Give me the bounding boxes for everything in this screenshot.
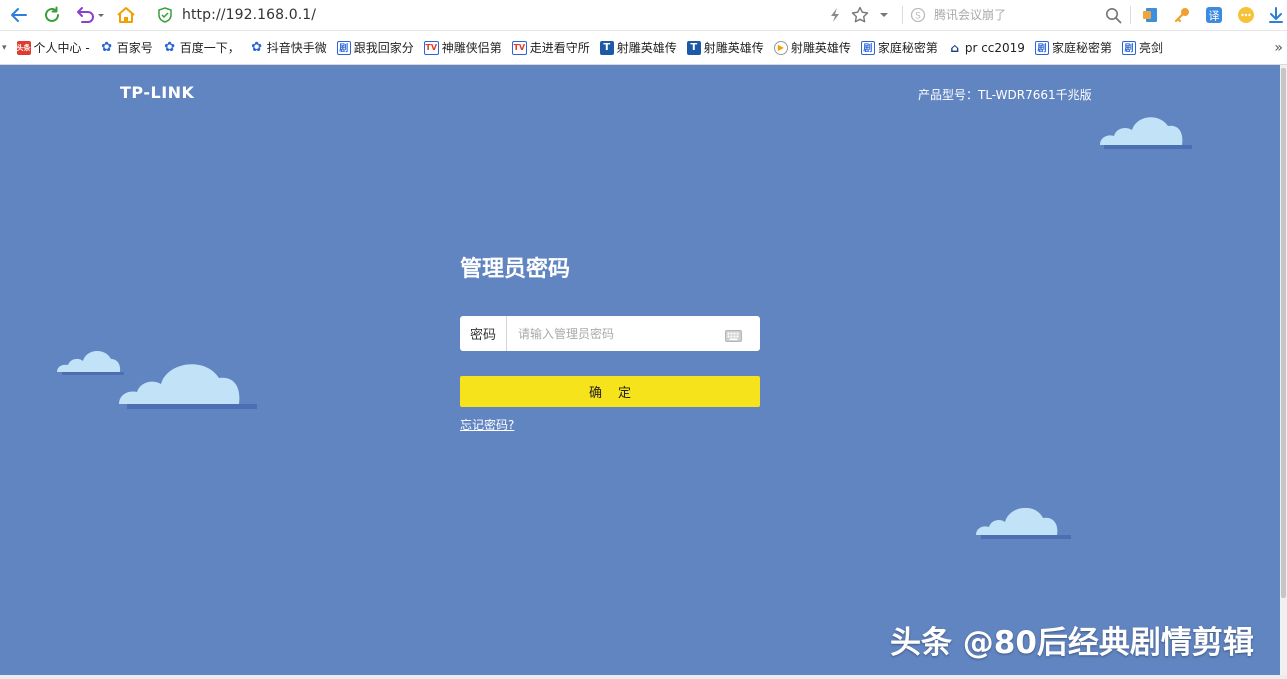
bookmark-label: 家庭秘密第: [877, 41, 938, 55]
bookmark-item[interactable]: T 射雕英雄传: [686, 39, 764, 56]
bookmark-label: 射雕英雄传: [616, 41, 677, 55]
url-text[interactable]: http://192.168.0.1/: [182, 7, 316, 23]
bookmark-item[interactable]: ✿ 百家号: [100, 39, 153, 56]
drama-icon: 剧: [336, 40, 351, 55]
browser-toolbar: http://192.168.0.1/ S 译: [0, 0, 1287, 31]
home-icon: ⌂: [950, 40, 960, 55]
translate-icon[interactable]: 译: [1203, 4, 1225, 26]
keyboard-icon[interactable]: [725, 327, 742, 346]
bookmark-label: 百家号: [116, 41, 153, 55]
download-icon[interactable]: [1266, 4, 1286, 26]
lightning-icon[interactable]: [825, 4, 845, 26]
star-bookmark-icon[interactable]: [849, 4, 871, 26]
toutiao-icon: 头条: [16, 40, 31, 55]
refresh-icon[interactable]: [41, 4, 63, 26]
key-icon[interactable]: [1171, 4, 1193, 26]
password-field[interactable]: 密码: [460, 316, 760, 351]
sogou-search-icon: S: [910, 7, 926, 23]
svg-text:S: S: [915, 12, 921, 22]
bookmark-label: 家庭秘密第: [1051, 41, 1112, 55]
chevron-down-icon[interactable]: [877, 4, 891, 26]
status-strip: [0, 675, 1287, 679]
search-input[interactable]: [932, 7, 1096, 23]
bookmark-item[interactable]: 剧 家庭秘密第: [860, 39, 938, 56]
bookmark-item[interactable]: 头条 个人中心 -: [16, 39, 90, 56]
back-arrow-icon[interactable]: [8, 4, 30, 26]
cloud-decoration: [57, 350, 124, 375]
bookmarks-bar: ▾ 头条 个人中心 - ✿ 百家号 ✿ 百度一下， ✿ 抖音快手微 剧 跟我回家…: [0, 31, 1287, 65]
undo-dropdown-icon[interactable]: [74, 4, 106, 26]
cloud-decoration: [119, 364, 257, 409]
login-avatar-icon[interactable]: [1139, 4, 1161, 26]
bookmark-label: 抖音快手微: [266, 41, 327, 55]
bookmark-label: 走进看守所: [529, 41, 590, 55]
baidu-paw-icon: ✿: [101, 40, 113, 55]
bookmark-label: 个人中心 -: [33, 41, 90, 55]
secure-shield-icon: [158, 7, 172, 23]
bookmark-label: 百度一下，: [179, 41, 240, 55]
home-icon[interactable]: [115, 4, 137, 26]
bookmark-item[interactable]: ✿ 百度一下，: [163, 39, 240, 56]
bookmark-label: 神雕侠侣第: [441, 41, 502, 55]
svg-text:译: 译: [1209, 10, 1220, 23]
bookmark-label: 射雕英雄传: [703, 41, 764, 55]
bookmark-item[interactable]: ⌂ pr cc2019: [948, 41, 1025, 55]
baidu-paw-icon: ✿: [164, 40, 176, 55]
bookmark-item[interactable]: 剧 家庭秘密第: [1034, 39, 1112, 56]
cloud-decoration: [1100, 117, 1192, 149]
bookmark-item[interactable]: ✿ 抖音快手微: [250, 39, 327, 56]
toolbar-divider: [1130, 6, 1131, 24]
tv-icon: TV: [423, 40, 439, 55]
forgot-password-link[interactable]: 忘记密码?: [460, 416, 514, 433]
more-menu-icon[interactable]: [1235, 4, 1257, 26]
more-bookmarks-icon[interactable]: »: [1270, 39, 1283, 56]
t-icon: T: [599, 40, 614, 55]
baidu-paw-icon: ✿: [251, 40, 263, 55]
tv-icon: TV: [511, 40, 527, 55]
search-box[interactable]: S: [910, 4, 1124, 26]
bookmarks-scroll-left-icon[interactable]: ▾: [2, 43, 7, 53]
bookmark-item[interactable]: TV 神雕侠侣第: [423, 39, 502, 56]
search-icon[interactable]: [1102, 4, 1124, 26]
watermark-text: 头条 @80后经典剧情剪辑: [890, 625, 1254, 661]
bookmark-item[interactable]: 剧 亮剑: [1121, 39, 1163, 56]
bookmark-item[interactable]: ▶ 射雕英雄传: [773, 39, 851, 56]
bookmark-label: 跟我回家分: [353, 41, 414, 55]
drama-icon: 剧: [1034, 40, 1049, 55]
bookmark-label: 射雕英雄传: [790, 41, 851, 55]
tp-link-logo: TP-LINK: [120, 83, 195, 102]
login-title: 管理员密码: [460, 257, 571, 282]
bookmark-item[interactable]: 剧 跟我回家分: [336, 39, 414, 56]
bookmark-item[interactable]: TV 走进看守所: [511, 39, 590, 56]
address-bar[interactable]: http://192.168.0.1/: [150, 4, 902, 26]
confirm-button[interactable]: 确定: [460, 376, 760, 407]
bookmark-label: pr cc2019: [964, 40, 1025, 55]
t-icon: T: [686, 40, 701, 55]
product-model: 产品型号：TL-WDR7661千兆版: [918, 88, 1092, 102]
password-input[interactable]: [516, 325, 720, 342]
video-icon: ▶: [773, 40, 788, 55]
bookmark-item[interactable]: T 射雕英雄传: [599, 39, 677, 56]
toolbar-divider: [902, 6, 903, 24]
drama-icon: 剧: [860, 40, 875, 55]
router-login-page: TP-LINK 产品型号：TL-WDR7661千兆版 管理员密码 密码 确定 忘…: [0, 65, 1280, 675]
password-label: 密码: [460, 316, 507, 351]
scrollbar-thumb[interactable]: [1281, 68, 1286, 598]
drama-icon: 剧: [1121, 40, 1136, 55]
bookmark-label: 亮剑: [1138, 41, 1163, 55]
cloud-decoration: [976, 507, 1071, 539]
